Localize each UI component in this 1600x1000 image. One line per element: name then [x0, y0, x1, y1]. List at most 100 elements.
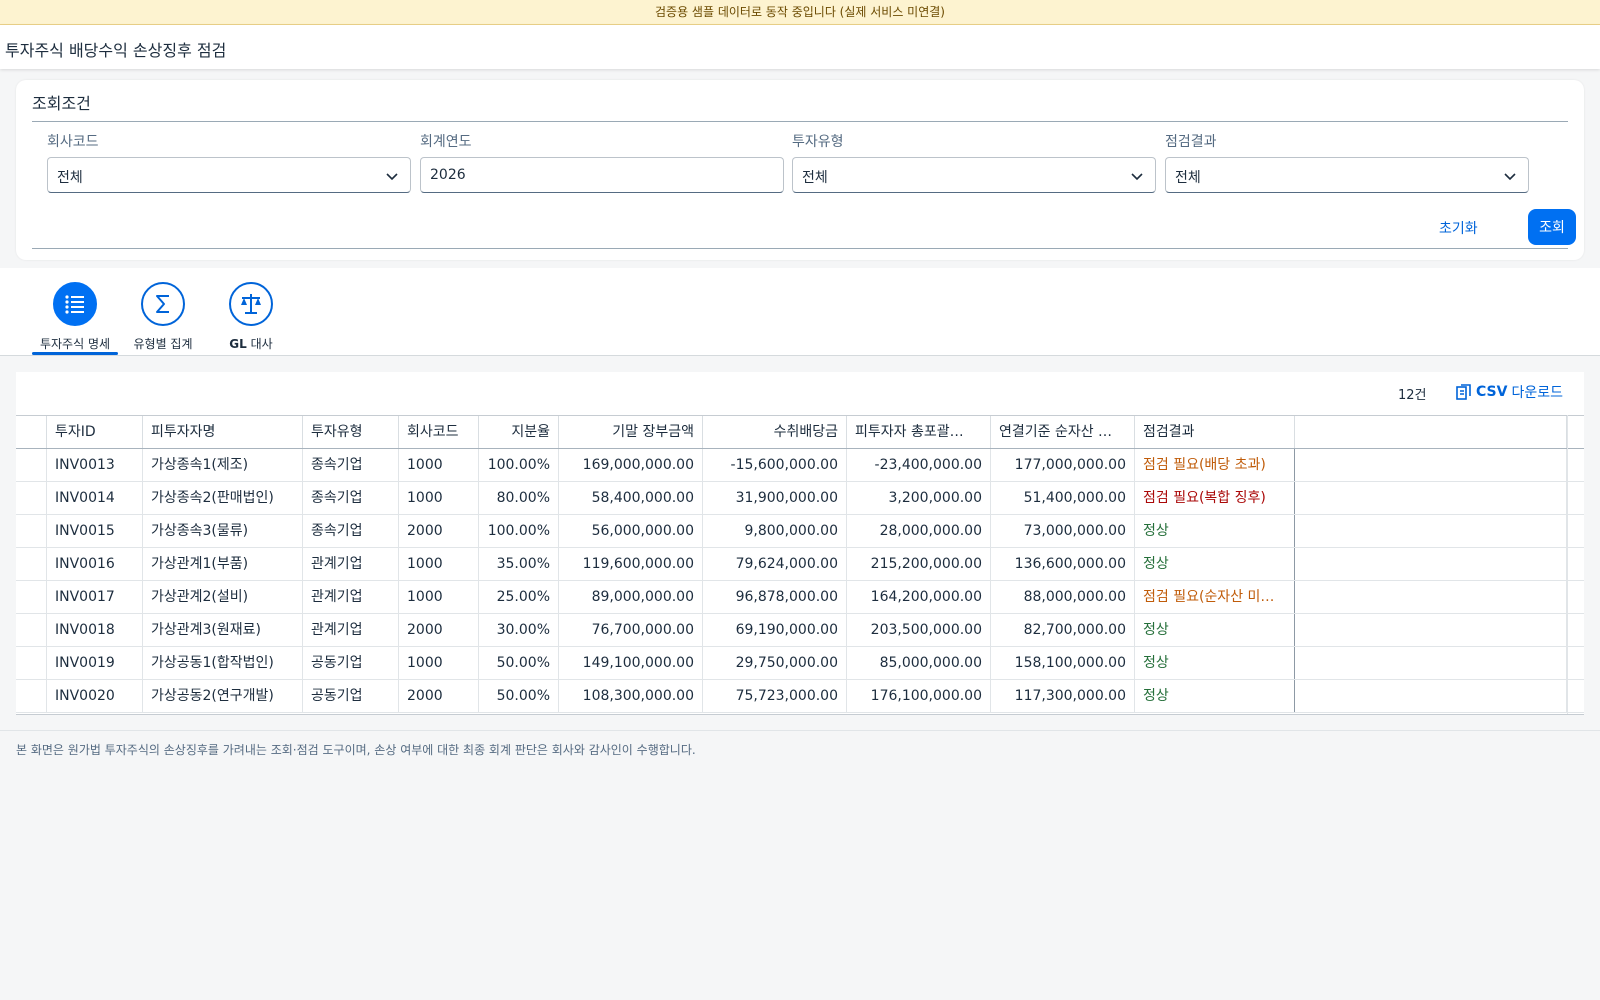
cell-share: 30.00% [479, 614, 559, 646]
column-header-dividend[interactable]: 수취배당금 [703, 416, 847, 448]
table-row[interactable]: INV0016 가상관계1(부품) 관계기업 1000 35.00% 119,600,00… [16, 548, 1584, 581]
cell-result: 점검 필요(배당 초과) [1135, 449, 1295, 481]
cell-oci: 203,500,000.00 [847, 614, 991, 646]
fiscal-year-box [420, 157, 784, 193]
company-code-select[interactable]: 전체 [47, 157, 411, 193]
cell-net_assets: 117,300,000.00 [991, 680, 1135, 712]
tab-investment-list[interactable]: 투자주식 명세 [31, 282, 119, 352]
investment-type-value: 전체 [802, 170, 828, 186]
cell-id: INV0015 [47, 515, 143, 547]
company-code-value: 전체 [57, 170, 83, 186]
cell-name: 가상종속3(물류) [143, 515, 303, 547]
cell-name: 가상관계2(설비) [143, 581, 303, 613]
cell-dividend: 75,723,000.00 [703, 680, 847, 712]
filter-panel: 조회조건 회사코드 전체 회계연도 투자유형 전체 점검결과 전체 초기화 조회 [16, 80, 1584, 260]
cell-net_assets: 177,000,000.00 [991, 449, 1135, 481]
tab-type-summary[interactable]: 유형별 집계 [119, 282, 207, 352]
cell-company: 2000 [399, 614, 479, 646]
row-selector[interactable] [16, 614, 47, 646]
cell-net_assets: 82,700,000.00 [991, 614, 1135, 646]
table-row[interactable]: INV0019 가상공동1(합작법인) 공동기업 1000 50.00% 149,100,… [16, 647, 1584, 680]
table-row[interactable]: INV0015 가상종속3(물류) 종속기업 2000 100.00% 56,000,00… [16, 515, 1584, 548]
table-row[interactable]: INV0013 가상종속1(제조) 종속기업 1000 100.00% 169,000,0… [16, 449, 1584, 482]
cell-oci: 164,200,000.00 [847, 581, 991, 613]
cell-book: 169,000,000.00 [559, 449, 703, 481]
check-result-value: 전체 [1175, 170, 1201, 186]
cell-type: 종속기업 [303, 482, 399, 514]
company-code-field: 회사코드 전체 [47, 130, 411, 193]
cell-oci: 85,000,000.00 [847, 647, 991, 679]
column-header-net-assets[interactable]: 연결기준 순자산 … [991, 416, 1135, 448]
divider [32, 121, 1568, 122]
divider [0, 730, 1600, 731]
cell-share: 80.00% [479, 482, 559, 514]
column-header-comprehensive-income[interactable]: 피투자자 총포괄… [847, 416, 991, 448]
cell-id: INV0013 [47, 449, 143, 481]
cell-name: 가상관계1(부품) [143, 548, 303, 580]
row-selector[interactable] [16, 647, 47, 679]
company-code-label: 회사코드 [47, 134, 99, 150]
fiscal-year-input[interactable] [421, 158, 783, 192]
table-row[interactable]: INV0020 가상공동2(연구개발) 공동기업 2000 50.00% 108,300,… [16, 680, 1584, 713]
table-row[interactable]: INV0017 가상관계2(설비) 관계기업 1000 25.00% 89,000,000… [16, 581, 1584, 614]
record-count: 12건 [1398, 388, 1427, 403]
cell-book: 119,600,000.00 [559, 548, 703, 580]
investment-type-select[interactable]: 전체 [792, 157, 1156, 193]
chevron-down-icon [386, 173, 398, 181]
filler-cell [1295, 482, 1567, 514]
cell-result: 정상 [1135, 647, 1295, 679]
column-header-book-value[interactable]: 기말 장부금액 [559, 416, 703, 448]
cell-oci: 28,000,000.00 [847, 515, 991, 547]
row-selector[interactable] [16, 449, 47, 481]
column-header-company[interactable]: 회사코드 [399, 416, 479, 448]
csv-download-button[interactable]: CSV 다운로드 [1456, 382, 1563, 402]
tab-label: 유형별 집계 [133, 337, 193, 351]
column-header-share[interactable]: 지분율 [479, 416, 559, 448]
filler-cell [1295, 647, 1567, 679]
table-row[interactable]: INV0018 가상관계3(원재료) 관계기업 2000 30.00% 76,700,00… [16, 614, 1584, 647]
icon-tab-bar: 투자주식 명세 유형별 집계 GL 대사 [0, 268, 1600, 356]
check-result-select[interactable]: 전체 [1165, 157, 1529, 193]
row-selector[interactable] [16, 581, 47, 613]
cell-company: 1000 [399, 647, 479, 679]
divider [32, 248, 1568, 249]
filter-title: 조회조건 [32, 94, 91, 113]
cell-dividend: 9,800,000.00 [703, 515, 847, 547]
row-selector[interactable] [16, 680, 47, 712]
cell-name: 가상관계3(원재료) [143, 614, 303, 646]
cell-result: 점검 필요(복합 징후) [1135, 482, 1295, 514]
divider [16, 714, 1584, 715]
cell-company: 2000 [399, 680, 479, 712]
cell-net_assets: 136,600,000.00 [991, 548, 1135, 580]
cell-name: 가상공동1(합작법인) [143, 647, 303, 679]
investment-table-panel: 12건 CSV 다운로드 투자ID 피투자자명 투자유형 회사코드 지분율 기말… [16, 372, 1584, 715]
search-button[interactable]: 조회 [1528, 209, 1576, 245]
cell-oci: 176,100,000.00 [847, 680, 991, 712]
csv-label: 다운로드 [1511, 385, 1563, 401]
cell-type: 공동기업 [303, 647, 399, 679]
row-selector[interactable] [16, 548, 47, 580]
column-header-type[interactable]: 투자유형 [303, 416, 399, 448]
row-selector[interactable] [16, 515, 47, 547]
column-header-name[interactable]: 피투자자명 [143, 416, 303, 448]
divider [1567, 415, 1568, 715]
table-row[interactable]: INV0014 가상종속2(판매법인) 종속기업 1000 80.00% 58,400,0… [16, 482, 1584, 515]
cell-book: 108,300,000.00 [559, 680, 703, 712]
cell-share: 100.00% [479, 515, 559, 547]
active-tab-indicator [32, 352, 118, 355]
page-title: 투자주식 배당수익 손상징후 점검 [5, 41, 227, 60]
cell-id: INV0014 [47, 482, 143, 514]
column-header-id[interactable]: 투자ID [47, 416, 143, 448]
cell-result: 정상 [1135, 515, 1295, 547]
cell-net_assets: 73,000,000.00 [991, 515, 1135, 547]
reset-button[interactable]: 초기화 [1439, 213, 1478, 245]
cell-type: 종속기업 [303, 449, 399, 481]
cell-dividend: 96,878,000.00 [703, 581, 847, 613]
tab-gl-reconciliation[interactable]: GL 대사 [207, 282, 295, 352]
cell-share: 25.00% [479, 581, 559, 613]
cell-name: 가상공동2(연구개발) [143, 680, 303, 712]
cell-type: 관계기업 [303, 614, 399, 646]
row-selector[interactable] [16, 482, 47, 514]
tab-label: GL 대사 [207, 335, 295, 352]
column-header-result[interactable]: 점검결과 [1135, 416, 1295, 448]
